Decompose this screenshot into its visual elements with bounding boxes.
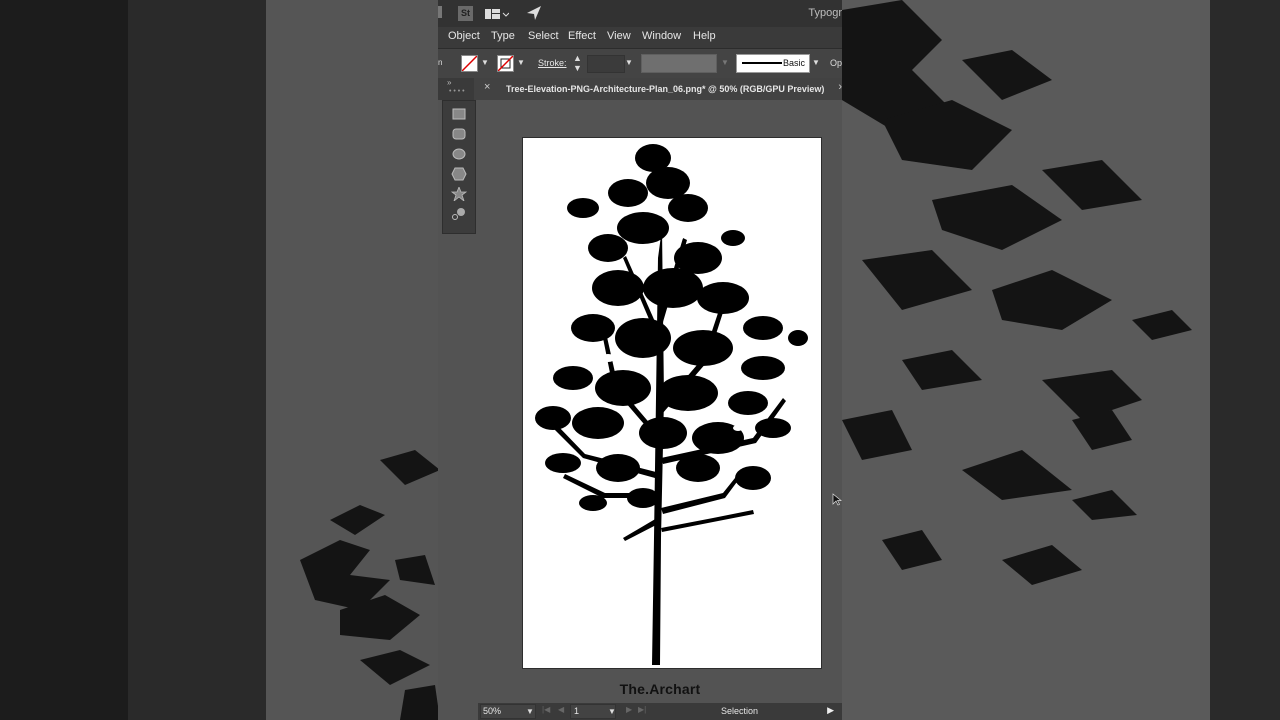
stepper-down-icon[interactable]: ▼ [573, 63, 582, 73]
chevron-down-icon[interactable]: ▼ [526, 707, 534, 716]
illustrator-window: St Typogr Object Type Select Effect View… [438, 0, 842, 720]
canvas-area[interactable]: The.Archart [478, 100, 842, 703]
chevron-down-icon[interactable]: ▼ [812, 58, 820, 67]
blurred-tree-right [842, 0, 1192, 585]
panel-grip-icon: • • • • [449, 88, 465, 95]
stroke-label[interactable]: Stroke: [538, 58, 567, 68]
menu-object[interactable]: Object [448, 30, 480, 42]
app-logo-icon [438, 6, 442, 18]
first-artboard-icon: |◀ [542, 705, 551, 714]
rounded-rectangle-tool-icon[interactable] [451, 127, 467, 141]
opacity-label[interactable]: Op [830, 58, 842, 68]
tab-overflow-icon[interactable]: › [838, 81, 842, 93]
stepper-up-icon[interactable]: ▲ [573, 53, 582, 63]
panel-edge-icon: n [438, 58, 443, 67]
brush-stroke-preview [742, 62, 782, 64]
menu-help[interactable]: Help [693, 30, 716, 42]
publish-icon[interactable] [526, 5, 542, 26]
chevron-down-icon[interactable]: ▼ [625, 58, 633, 67]
status-bar: 50% ▼ |◀ ◀ 1 ▼ ▶ ▶| Selection ▶ [478, 703, 842, 720]
artboard[interactable] [522, 137, 822, 669]
ellipse-tool-icon[interactable] [451, 147, 467, 161]
next-artboard-icon: ▶ [626, 705, 633, 714]
previous-artboard-icon: ◀ [558, 705, 565, 714]
menu-select[interactable]: Select [528, 30, 559, 42]
chevron-down-icon[interactable]: ▼ [608, 707, 616, 716]
flare-tool-icon[interactable] [451, 207, 467, 221]
tree-silhouette[interactable] [523, 138, 821, 668]
current-tool-label: Selection [721, 706, 759, 716]
variable-width-profile[interactable] [641, 54, 717, 73]
background-right [842, 0, 1280, 720]
close-icon[interactable]: × [484, 81, 490, 93]
control-bar: n ▼ ▼ Stroke: ▲ ▼ ▼ ▼ Basic ▼ Op [438, 48, 842, 78]
rectangle-tool-icon[interactable] [451, 107, 467, 121]
workspace-title: Typogr [808, 7, 842, 19]
brush-definition[interactable]: Basic [736, 54, 810, 73]
menu-bar: Object Type Select Effect View Window He… [438, 27, 842, 48]
chevron-down-icon: ▼ [721, 58, 729, 67]
menu-effect[interactable]: Effect [568, 30, 596, 42]
status-menu-arrow-icon[interactable]: ▶ [827, 705, 834, 716]
star-tool-icon[interactable] [450, 185, 468, 203]
none-slash-icon [498, 56, 513, 71]
mouse-cursor-icon [832, 493, 842, 506]
none-slash-icon [462, 56, 477, 71]
background-left [0, 0, 438, 720]
application-bar: St Typogr [438, 0, 842, 27]
artboard-number: 1 [574, 706, 580, 716]
workspace-layout-icon[interactable] [485, 8, 510, 26]
stroke-weight-field[interactable] [587, 55, 625, 73]
zoom-level: 50% [483, 706, 502, 716]
fill-swatch[interactable] [461, 55, 478, 72]
document-tab-bar: » × Tree-Elevation-PNG-Architecture-Plan… [438, 78, 842, 100]
document-tab-title: Tree-Elevation-PNG-Architecture-Plan_06.… [506, 84, 825, 94]
menu-view[interactable]: View [607, 30, 631, 42]
document-tab[interactable]: × Tree-Elevation-PNG-Architecture-Plan_0… [474, 78, 842, 100]
blurred-tree-left [300, 450, 438, 720]
chevron-down-icon[interactable]: ▼ [481, 58, 489, 67]
menu-type[interactable]: Type [491, 30, 515, 42]
collapse-panel-icon[interactable]: » [447, 78, 451, 87]
menu-window[interactable]: Window [642, 30, 681, 42]
stock-icon[interactable]: St [458, 6, 473, 21]
brush-label: Basic [782, 58, 805, 68]
watermark-text: The.Archart [619, 681, 701, 697]
last-artboard-icon: ▶| [638, 705, 647, 714]
chevron-down-icon[interactable]: ▼ [517, 58, 525, 67]
polygon-tool-icon[interactable] [451, 167, 467, 181]
stroke-swatch[interactable] [497, 55, 514, 72]
shape-tools-panel: • • • • [442, 88, 476, 234]
